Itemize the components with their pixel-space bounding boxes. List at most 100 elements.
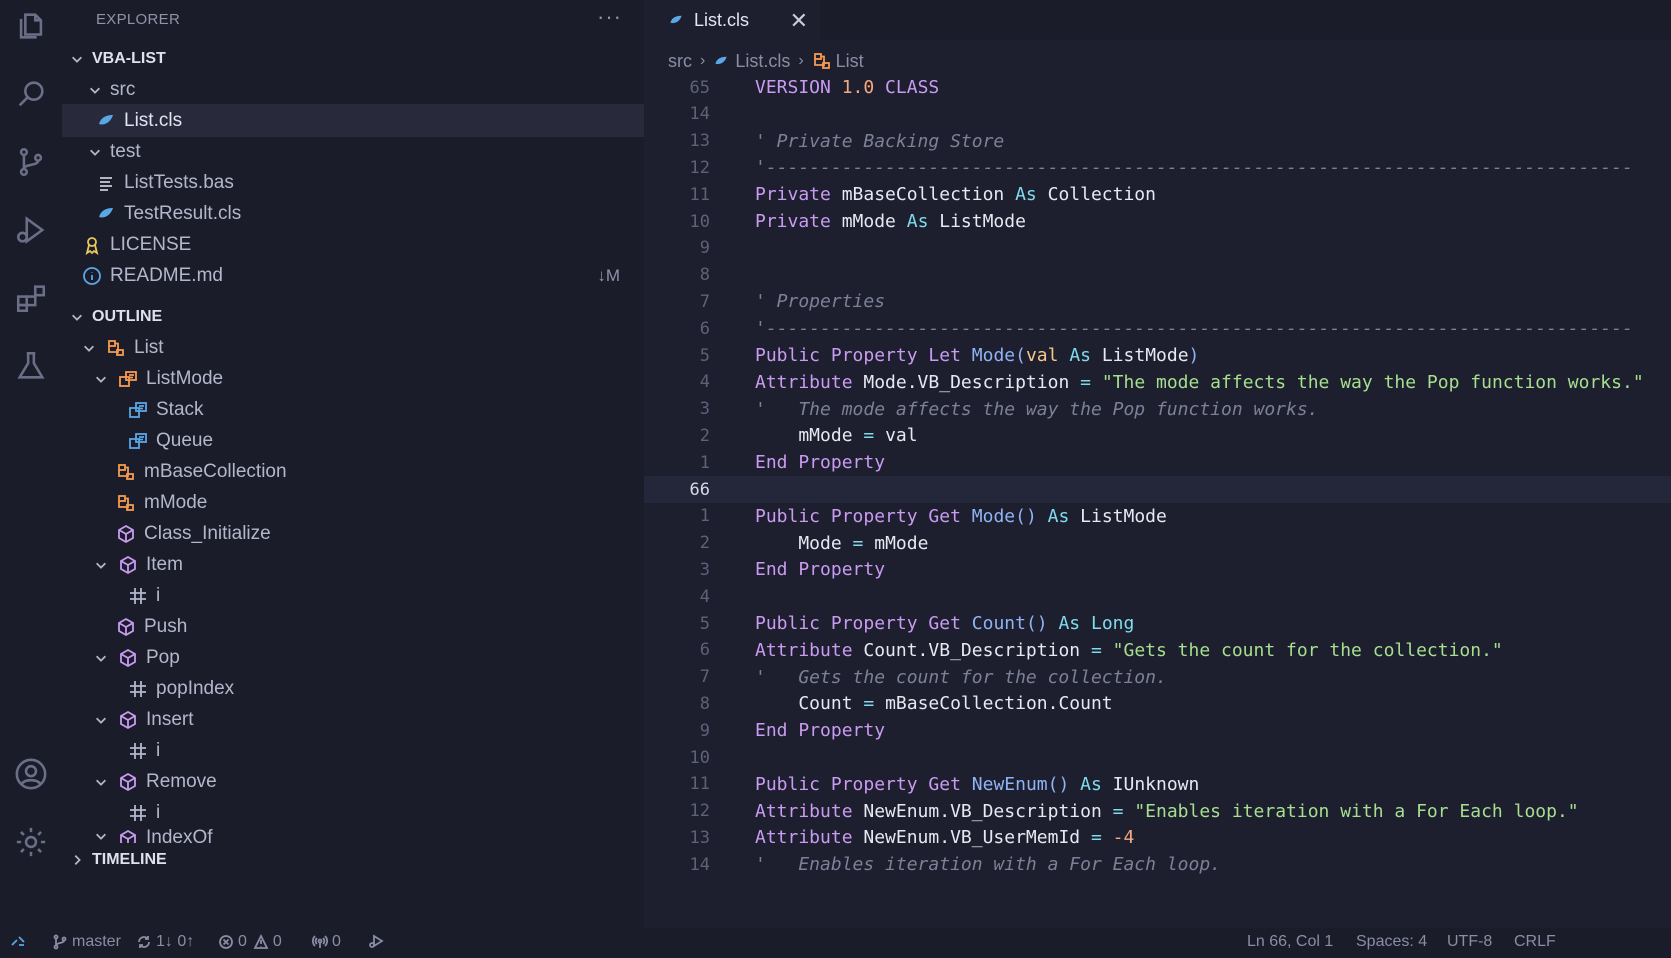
code-line[interactable]: 9 <box>644 235 1671 262</box>
outline-item-item[interactable]: Item <box>62 548 644 581</box>
code-line[interactable]: 13 ' Private Backing Store <box>644 128 1671 155</box>
outline-item-class-initialize[interactable]: Class_Initialize <box>62 517 644 550</box>
tab-list-cls[interactable]: List.cls ✕ <box>644 0 820 40</box>
code-line[interactable]: 3 End Property <box>644 556 1671 583</box>
code-line[interactable]: 10 Private mMode As ListMode <box>644 208 1671 235</box>
code-line[interactable]: 1 End Property <box>644 449 1671 476</box>
code-line[interactable]: 13 Attribute NewEnum.VB_UserMemId = -4 <box>644 824 1671 851</box>
code-line[interactable]: 5 Public Property Let Mode(val As ListMod… <box>644 342 1671 369</box>
tree-file-license[interactable]: LICENSE <box>62 228 644 261</box>
testing-icon[interactable] <box>11 346 51 386</box>
outline-item-i[interactable]: i <box>62 734 644 767</box>
code-token: ' The mode affects the way the Pop funct… <box>755 398 1319 420</box>
workspace-section-header[interactable]: VBA-LIST <box>62 42 644 75</box>
more-actions-button[interactable]: ··· <box>597 4 622 30</box>
problems-indicator[interactable]: 0 0 <box>218 933 282 951</box>
code-token: ' Private Backing Store <box>755 130 1005 152</box>
code-line[interactable]: 10 <box>644 744 1671 771</box>
outline-item-i[interactable]: i <box>62 796 644 829</box>
source-control-icon[interactable] <box>11 142 51 182</box>
code-line[interactable]: 8 <box>644 262 1671 289</box>
close-icon[interactable]: ✕ <box>790 8 808 34</box>
code-line[interactable]: 1 Public Property Get Mode() As ListMode <box>644 503 1671 530</box>
outline-item-listmode[interactable]: ListMode <box>62 362 644 395</box>
outline-item-i[interactable]: i <box>62 579 644 612</box>
timeline-section-header[interactable]: TIMELINE <box>62 843 644 876</box>
tree-file-list-cls[interactable]: List.cls <box>62 104 644 137</box>
code-token: = <box>863 693 886 715</box>
code-line[interactable]: 4 Attribute Mode.VB_Description = "The mo… <box>644 369 1671 396</box>
code-token: CLASS <box>874 77 940 98</box>
ports-indicator[interactable]: 0 <box>312 933 341 951</box>
run-debug-icon[interactable] <box>11 210 51 250</box>
breadcrumb-symbol[interactable]: List <box>836 51 864 72</box>
outline-section-header[interactable]: OUTLINE <box>62 300 644 333</box>
search-icon[interactable] <box>11 74 51 114</box>
outline-item-indexof[interactable]: IndexOf <box>62 827 644 843</box>
branch-indicator[interactable]: master <box>52 933 121 951</box>
code-token: val <box>885 425 918 447</box>
outline-item-mmode[interactable]: mMode <box>62 486 644 519</box>
code-token: -4 <box>1112 827 1135 849</box>
code-line[interactable]: 12 Attribute NewEnum.VB_Description = "En… <box>644 798 1671 825</box>
code-line[interactable]: 6 '--------------------------------------… <box>644 315 1671 342</box>
code-line[interactable]: 7 ' Properties <box>644 288 1671 315</box>
code-line[interactable]: 2 Mode = mMode <box>644 530 1671 557</box>
line-number: 11 <box>689 774 710 795</box>
indentation-setting[interactable]: Spaces: 4 <box>1356 933 1427 951</box>
outline-item-insert[interactable]: Insert <box>62 703 644 736</box>
outline-item-popindex[interactable]: popIndex <box>62 672 644 705</box>
debug-indicator[interactable] <box>368 933 388 949</box>
outline-item-remove[interactable]: Remove <box>62 765 644 798</box>
settings-gear-icon[interactable] <box>11 822 51 862</box>
code-line[interactable]: 9 End Property <box>644 717 1671 744</box>
code-line[interactable]: 66 <box>644 476 1671 503</box>
code-line[interactable]: 65 VERSION 1.0 CLASS <box>644 74 1671 101</box>
code-token: Property <box>798 720 886 742</box>
code-line[interactable]: 8 Count = mBaseCollection.Count <box>644 690 1671 717</box>
sidebar-title: EXPLORER <box>96 11 181 28</box>
outline-item-mbasecollection[interactable]: mBaseCollection <box>62 455 644 488</box>
breadcrumb-folder[interactable]: src <box>668 51 692 72</box>
line-number: 3 <box>699 559 710 580</box>
remote-indicator[interactable] <box>10 933 30 949</box>
code-token: '---------------------------------------… <box>755 157 1633 179</box>
extensions-icon[interactable] <box>11 278 51 318</box>
code-line[interactable]: 3 ' The mode affects the way the Pop func… <box>644 396 1671 423</box>
outline-item-push[interactable]: Push <box>62 610 644 643</box>
outline-item-list[interactable]: List <box>62 331 644 364</box>
outline-item-pop[interactable]: Pop <box>62 641 644 674</box>
tree-file-listtests-bas[interactable]: ListTests.bas <box>62 166 644 199</box>
tree-file-readme[interactable]: README.md ↓M <box>62 259 644 292</box>
breadcrumb-file[interactable]: List.cls <box>735 51 790 72</box>
code-token: End <box>755 720 799 742</box>
outline-item-queue[interactable]: Queue <box>62 424 644 457</box>
code-line[interactable]: 2 mMode = val <box>644 422 1671 449</box>
encoding-setting[interactable]: UTF-8 <box>1447 933 1492 951</box>
cursor-position[interactable]: Ln 66, Col 1 <box>1247 933 1333 951</box>
code-line[interactable]: 14 <box>644 101 1671 128</box>
code-line[interactable]: 12 '-------------------------------------… <box>644 154 1671 181</box>
code-token: As <box>1080 773 1113 795</box>
tree-file-testresult-cls[interactable]: TestResult.cls <box>62 197 644 230</box>
tree-folder-test[interactable]: test <box>62 135 644 168</box>
outline-title: OUTLINE <box>92 307 163 325</box>
code-line[interactable]: 14 ' Enables iteration with a For Each lo… <box>644 851 1671 878</box>
code-token: Collection <box>1047 184 1156 206</box>
sync-indicator[interactable]: 1↓ 0↑ <box>136 933 194 951</box>
code-line[interactable]: 5 Public Property Get Count() As Long <box>644 610 1671 637</box>
outline-item-stack[interactable]: Stack <box>62 393 644 426</box>
line-text: Attribute NewEnum.VB_UserMemId = -4 <box>755 827 1134 848</box>
outline-label: Stack <box>156 398 204 420</box>
line-number: 2 <box>699 425 710 446</box>
account-icon[interactable] <box>11 754 51 794</box>
code-line[interactable]: 11 Public Property Get NewEnum() As IUnkn… <box>644 771 1671 798</box>
eol-setting[interactable]: CRLF <box>1514 933 1556 951</box>
code-line[interactable]: 7 ' Gets the count for the collection. <box>644 664 1671 691</box>
code-line[interactable]: 11 Private mBaseCollection As Collection <box>644 181 1671 208</box>
tree-folder-src[interactable]: src <box>62 73 644 106</box>
code-line[interactable]: 4 <box>644 583 1671 610</box>
code-line[interactable]: 6 Attribute Count.VB_Description = "Gets … <box>644 637 1671 664</box>
files-icon[interactable] <box>11 6 51 46</box>
variable-hash-icon <box>126 677 150 701</box>
